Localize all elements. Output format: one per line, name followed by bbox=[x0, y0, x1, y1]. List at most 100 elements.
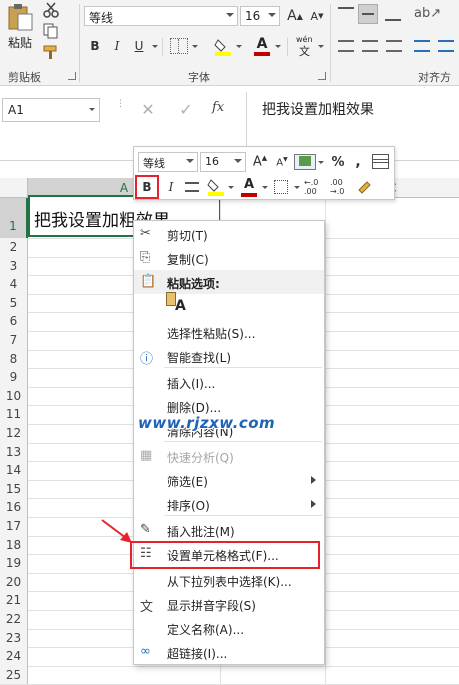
menu-item-sort[interactable]: 排序(O) bbox=[134, 492, 324, 516]
menu-item-hyperlink[interactable]: ∞ 超链接(I)... bbox=[134, 640, 324, 664]
menu-item-copy[interactable]: ⎘ 复制(C) bbox=[134, 246, 324, 270]
row-header[interactable]: 13 bbox=[0, 442, 28, 462]
row-header[interactable]: 20 bbox=[0, 572, 28, 592]
chevron-down-icon[interactable] bbox=[275, 45, 281, 48]
menu-item-smart-lookup[interactable]: ⓘ 智能查找(L) bbox=[134, 344, 324, 368]
outdent-button[interactable] bbox=[438, 40, 454, 52]
menu-item-filter[interactable]: 筛选(E) bbox=[134, 468, 324, 492]
borders-button[interactable] bbox=[170, 38, 188, 54]
clipboard-launcher-icon[interactable] bbox=[68, 72, 76, 80]
row-header[interactable]: 11 bbox=[0, 405, 28, 424]
bottom-align-button[interactable] bbox=[385, 7, 401, 21]
name-box[interactable]: A1 bbox=[2, 98, 100, 122]
row-header[interactable]: 17 bbox=[0, 517, 28, 536]
row-header[interactable]: 8 bbox=[0, 349, 28, 369]
row-header[interactable]: 4 bbox=[0, 275, 28, 294]
chevron-down-icon[interactable] bbox=[318, 45, 324, 48]
bold-button[interactable]: B bbox=[85, 36, 105, 56]
menu-item-define-name[interactable]: 定义名称(A)... bbox=[134, 616, 324, 640]
underline-button[interactable]: U bbox=[129, 36, 149, 56]
group-divider bbox=[330, 4, 331, 82]
pinyin-button[interactable]: wén 文 bbox=[294, 35, 316, 58]
row-header[interactable]: 25 bbox=[0, 665, 28, 685]
chevron-down-icon[interactable] bbox=[192, 45, 198, 48]
chevron-down-icon[interactable] bbox=[318, 161, 324, 164]
menu-item-insert[interactable]: 插入(I)... bbox=[134, 370, 324, 394]
mini-decrease-decimal-button[interactable]: .00 →.0 bbox=[330, 178, 344, 196]
font-color-button[interactable]: A bbox=[252, 36, 272, 56]
row-header[interactable]: 23 bbox=[0, 628, 28, 648]
paste-button[interactable]: 粘贴 bbox=[4, 2, 36, 52]
copy-button[interactable] bbox=[42, 23, 66, 41]
mini-format-table-button[interactable] bbox=[372, 154, 389, 169]
enter-button[interactable]: ✓ bbox=[174, 98, 198, 122]
row-header[interactable]: 1 bbox=[0, 198, 28, 238]
row-header[interactable]: 16 bbox=[0, 498, 28, 517]
select-all-corner[interactable] bbox=[0, 178, 28, 198]
grow-font-button[interactable]: A ▲ bbox=[285, 6, 305, 26]
mini-italic-button[interactable]: I bbox=[161, 177, 181, 197]
mini-bold-button[interactable]: B bbox=[137, 177, 157, 197]
mini-font-name-select[interactable]: 等线 bbox=[138, 152, 198, 172]
font-launcher-icon[interactable] bbox=[318, 72, 326, 80]
row-header[interactable]: 14 bbox=[0, 461, 28, 480]
mini-increase-decimal-button[interactable]: ←.0.00 bbox=[304, 178, 318, 196]
fill-color-button[interactable] bbox=[213, 36, 233, 56]
mini-shrink-font-button[interactable]: A▼ bbox=[272, 152, 292, 172]
paste-option-keep-text[interactable]: A bbox=[166, 292, 188, 316]
chevron-down-icon[interactable] bbox=[294, 186, 300, 189]
shrink-font-button[interactable]: A ▼ bbox=[307, 6, 327, 26]
mini-grow-font-button[interactable]: A▲ bbox=[250, 152, 270, 172]
insert-function-button[interactable]: fx bbox=[212, 100, 236, 120]
row-header[interactable]: 6 bbox=[0, 312, 28, 331]
row-header[interactable]: 10 bbox=[0, 386, 28, 406]
mini-font-size-select[interactable]: 16 bbox=[200, 152, 246, 172]
font-name-select[interactable]: 等线 bbox=[84, 6, 238, 26]
row-header[interactable]: 7 bbox=[0, 331, 28, 350]
italic-button[interactable]: I bbox=[107, 36, 127, 56]
formula-input[interactable]: 把我设置加粗效果 bbox=[246, 92, 459, 152]
top-align-button[interactable] bbox=[338, 7, 354, 21]
mini-fill-color-button[interactable] bbox=[206, 177, 226, 197]
row-header[interactable]: 18 bbox=[0, 535, 28, 555]
menu-item-quick-analysis[interactable]: ▦ 快速分析(Q) bbox=[134, 444, 324, 468]
orientation-button[interactable]: ab↗ bbox=[414, 6, 441, 21]
formula-divider-dots: ⋮ bbox=[116, 99, 125, 109]
chevron-down-icon[interactable] bbox=[228, 186, 234, 189]
row-header[interactable]: 22 bbox=[0, 610, 28, 629]
menu-item-cut[interactable]: ✂ 剪切(T) bbox=[134, 222, 324, 246]
format-painter-button[interactable] bbox=[42, 44, 62, 62]
middle-align-button[interactable] bbox=[358, 4, 378, 24]
indent-button[interactable] bbox=[414, 40, 430, 52]
row-header[interactable]: 19 bbox=[0, 554, 28, 573]
mini-borders-button[interactable] bbox=[274, 180, 288, 194]
menu-item-pick-from-list[interactable]: 从下拉列表中选择(K)... bbox=[134, 568, 324, 592]
row-header[interactable]: 12 bbox=[0, 424, 28, 443]
mini-font-color-button[interactable]: A bbox=[239, 177, 259, 197]
align-right-button[interactable] bbox=[386, 40, 402, 52]
row-header[interactable]: 24 bbox=[0, 647, 28, 666]
mini-format-painter-button[interactable] bbox=[356, 178, 376, 196]
row-header[interactable]: 3 bbox=[0, 256, 28, 276]
mini-percent-button[interactable]: % bbox=[328, 152, 348, 172]
mini-comma-button[interactable]: , bbox=[348, 152, 368, 172]
row-header[interactable]: 9 bbox=[0, 368, 28, 387]
menu-item-paste-special[interactable]: 选择性粘贴(S)... bbox=[134, 320, 324, 344]
row-header[interactable]: 21 bbox=[0, 591, 28, 610]
row-header[interactable]: 5 bbox=[0, 293, 28, 313]
row-header[interactable]: 15 bbox=[0, 479, 28, 499]
paste-label: 粘贴 bbox=[8, 36, 33, 50]
align-center-button[interactable] bbox=[362, 40, 378, 52]
mini-number-format-button[interactable] bbox=[294, 154, 316, 170]
chevron-down-icon[interactable] bbox=[152, 45, 158, 48]
chevron-down-icon[interactable] bbox=[262, 186, 268, 189]
menu-item-insert-comment[interactable]: ✎ 插入批注(M) bbox=[134, 518, 324, 542]
font-size-select[interactable]: 16 bbox=[240, 6, 280, 26]
cancel-button[interactable]: ✕ bbox=[136, 98, 160, 122]
cut-button[interactable] bbox=[42, 2, 62, 20]
menu-item-show-pinyin[interactable]: 文显示拼音字段(S) bbox=[134, 592, 324, 616]
mini-center-button[interactable] bbox=[185, 182, 199, 192]
chevron-down-icon[interactable] bbox=[236, 45, 242, 48]
align-left-button[interactable] bbox=[338, 40, 354, 52]
row-header[interactable]: 2 bbox=[0, 238, 28, 257]
